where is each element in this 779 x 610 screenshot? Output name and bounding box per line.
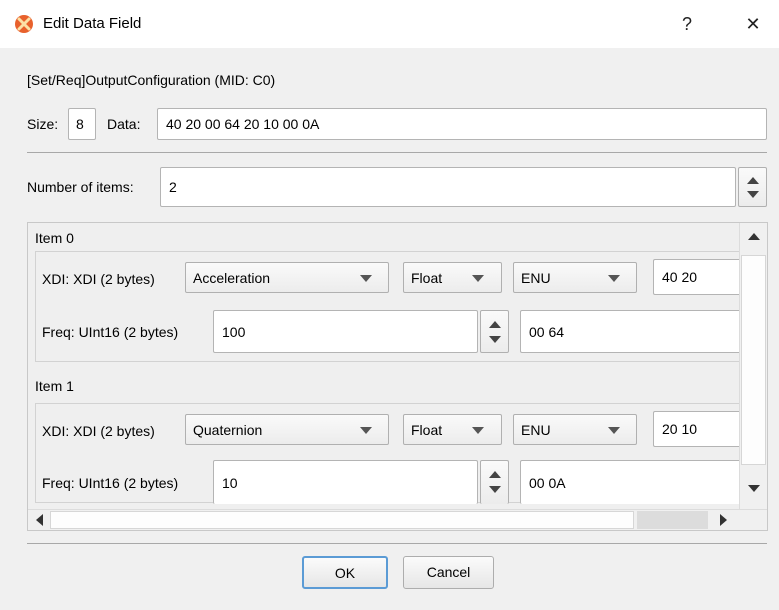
item-group: XDI: XDI (2 bytes) Quaternion Float ENU …	[35, 403, 753, 504]
xdi-label: XDI: XDI (2 bytes)	[42, 423, 155, 439]
spin-down-icon[interactable]	[747, 191, 759, 198]
freq-hex-field[interactable]: 00 64	[520, 310, 750, 353]
window-title: Edit Data Field	[43, 15, 142, 32]
data-label: Data:	[107, 116, 141, 132]
vertical-scroll-thumb[interactable]	[741, 255, 766, 465]
xdi-label: XDI: XDI (2 bytes)	[42, 271, 155, 287]
freq-label: Freq: UInt16 (2 bytes)	[42, 324, 179, 340]
number-of-items-label: Number of items:	[27, 179, 134, 195]
item-title: Item 0	[35, 230, 74, 246]
size-label: Size:	[27, 116, 59, 132]
spin-up-icon[interactable]	[489, 471, 501, 478]
freq-label: Freq: UInt16 (2 bytes)	[42, 475, 179, 491]
edit-data-field-dialog: Edit Data Field ? ✕ [Set/Req]OutputConfi…	[0, 0, 779, 610]
xdi-hex-field[interactable]: 40 20	[653, 259, 753, 295]
frame-value: ENU	[521, 269, 551, 286]
title-bar: Edit Data Field ? ✕	[0, 0, 779, 48]
spin-down-icon[interactable]	[489, 336, 501, 343]
ok-button[interactable]: OK	[302, 556, 388, 589]
xdi-type-value: Acceleration	[193, 269, 271, 286]
chevron-down-icon	[360, 275, 372, 282]
number-of-items-field[interactable]: 2	[160, 167, 736, 207]
data-field[interactable]: 40 20 00 64 20 10 00 0A	[157, 108, 767, 140]
item-group: XDI: XDI (2 bytes) Acceleration Float EN…	[35, 251, 753, 362]
divider	[27, 152, 767, 153]
format-value: Float	[411, 269, 443, 286]
chevron-down-icon	[472, 427, 484, 434]
scroll-down-icon[interactable]	[748, 485, 760, 492]
xdi-type-value: Quaternion	[193, 421, 263, 438]
freq-field[interactable]: 10	[213, 460, 478, 504]
close-icon: ✕	[745, 14, 761, 34]
freq-spinner[interactable]	[480, 460, 509, 504]
help-icon: ?	[681, 14, 692, 34]
horizontal-scroll-track[interactable]	[637, 511, 708, 529]
number-of-items-spinner[interactable]	[738, 167, 767, 207]
freq-hex-field[interactable]: 00 0A	[520, 460, 750, 504]
chevron-down-icon	[608, 275, 620, 282]
chevron-down-icon	[360, 427, 372, 434]
format-dropdown[interactable]: Float	[403, 414, 502, 445]
divider	[27, 543, 767, 544]
size-field[interactable]: 8	[68, 108, 96, 140]
help-button[interactable]: ?	[665, 8, 709, 40]
xdi-type-dropdown[interactable]: Acceleration	[185, 262, 389, 293]
frame-dropdown[interactable]: ENU	[513, 262, 637, 293]
message-header: [Set/Req]OutputConfiguration (MID: C0)	[27, 72, 276, 88]
chevron-down-icon	[608, 427, 620, 434]
xdi-type-dropdown[interactable]: Quaternion	[185, 414, 389, 445]
freq-spinner[interactable]	[480, 310, 509, 353]
spin-up-icon[interactable]	[489, 321, 501, 328]
vertical-scrollbar[interactable]	[739, 223, 767, 509]
xdi-hex-field[interactable]: 20 10	[653, 411, 753, 447]
app-icon	[15, 15, 33, 33]
scroll-left-icon[interactable]	[36, 514, 43, 526]
item-title: Item 1	[35, 378, 74, 394]
spin-up-icon[interactable]	[747, 177, 759, 184]
frame-value: ENU	[521, 421, 551, 438]
freq-field[interactable]: 100	[213, 310, 478, 353]
close-button[interactable]: ✕	[731, 8, 775, 40]
format-value: Float	[411, 421, 443, 438]
scroll-up-icon[interactable]	[748, 233, 760, 240]
horizontal-scroll-thumb[interactable]	[50, 511, 634, 529]
chevron-down-icon	[472, 275, 484, 282]
scroll-right-icon[interactable]	[720, 514, 727, 526]
horizontal-scrollbar[interactable]	[28, 509, 767, 530]
cancel-button[interactable]: Cancel	[403, 556, 494, 589]
format-dropdown[interactable]: Float	[403, 262, 502, 293]
items-scroll-area[interactable]: Item 0 XDI: XDI (2 bytes) Acceleration F…	[27, 222, 768, 531]
frame-dropdown[interactable]: ENU	[513, 414, 637, 445]
spin-down-icon[interactable]	[489, 486, 501, 493]
